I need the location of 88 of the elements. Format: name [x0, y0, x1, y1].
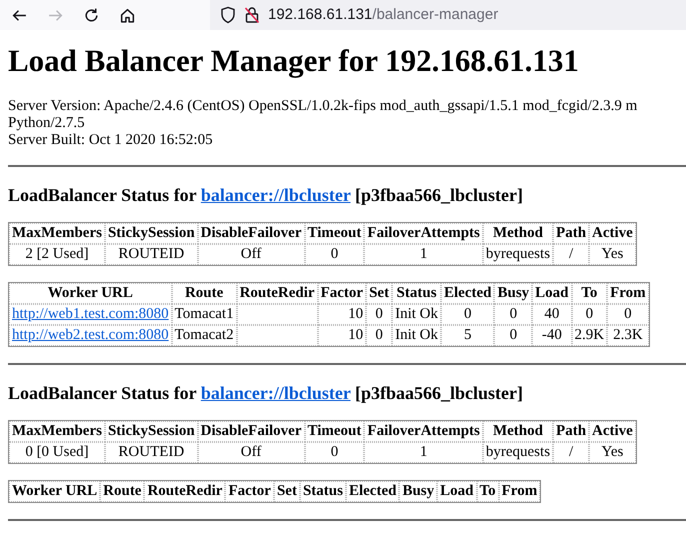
- column-header: From: [607, 283, 649, 304]
- table-cell: 0: [366, 304, 392, 325]
- column-header: Method: [482, 421, 554, 442]
- table-cell: /: [553, 442, 590, 464]
- table-cell: byrequests: [482, 442, 554, 464]
- url-text[interactable]: 192.168.61.131/balancer-manager: [268, 6, 498, 24]
- column-header: Factor: [318, 283, 366, 304]
- table-cell: 0: [494, 304, 532, 325]
- column-header: FailoverAttempts: [364, 223, 483, 244]
- table-cell: 0: [607, 304, 649, 325]
- column-header: Busy: [399, 481, 438, 502]
- server-info-line: Server Built: Oct 1 2020 16:52:05: [8, 132, 214, 149]
- section-title: LoadBalancer Status for: [8, 184, 196, 205]
- column-header: Active: [589, 223, 636, 244]
- column-header: Load: [437, 481, 476, 502]
- section-title: LoadBalancer Status for: [8, 382, 196, 403]
- table-cell: 1: [364, 244, 483, 266]
- column-header: Active: [589, 421, 636, 442]
- column-header: To: [476, 481, 499, 502]
- table-cell: Tomacat1: [172, 304, 237, 325]
- table-cell: byrequests: [482, 244, 554, 266]
- table-cell: Off: [198, 442, 304, 464]
- column-header: Factor: [225, 481, 274, 502]
- column-header: RouteRedir: [144, 481, 226, 502]
- home-icon[interactable]: [118, 6, 136, 24]
- column-header: StickySession: [104, 421, 198, 442]
- column-header: DisableFailover: [198, 223, 304, 244]
- table-cell: 0: [494, 324, 532, 346]
- table-cell: 5: [441, 324, 494, 346]
- table-cell: Init Ok: [392, 304, 441, 325]
- table-cell: 0: [572, 304, 608, 325]
- balancer-name: [p3fbaa566_lbcluster]: [355, 184, 524, 205]
- table-cell: 10: [318, 324, 366, 346]
- column-header: MaxMembers: [9, 223, 105, 244]
- column-header: Route: [172, 283, 237, 304]
- address-bar[interactable]: 192.168.61.131/balancer-manager: [210, 0, 686, 30]
- server-info-line: Server Version: Apache/2.4.6 (CentOS) OpenSSL/1.0.2k-fips mod_auth_gssapi/1.5.1 mod_fcgid/2.3.9 m: [8, 98, 638, 116]
- column-header: Elected: [346, 481, 400, 502]
- column-header: Timeout: [304, 223, 364, 244]
- table-cell: -40: [532, 324, 572, 346]
- column-header: MaxMembers: [9, 421, 105, 442]
- table-cell: 2.3K: [607, 324, 649, 346]
- column-header: Set: [274, 481, 300, 502]
- table-cell: Yes: [589, 442, 636, 464]
- column-header: To: [572, 283, 608, 304]
- table-cell: Tomacat2: [172, 324, 237, 346]
- column-header: From: [498, 481, 540, 502]
- column-header: Load: [532, 283, 572, 304]
- column-header: Route: [100, 481, 144, 502]
- column-header: Worker URL: [9, 283, 172, 304]
- table-cell: 0: [366, 324, 392, 346]
- table-cell: 2 [2 Used]: [9, 244, 105, 266]
- column-header: Status: [300, 481, 346, 502]
- column-header: Status: [392, 283, 441, 304]
- column-header: StickySession: [104, 223, 198, 244]
- column-header: DisableFailover: [198, 421, 304, 442]
- balancer-link[interactable]: balancer://lbcluster: [200, 184, 351, 205]
- shield-icon[interactable]: [220, 6, 236, 24]
- balancer-name: [p3fbaa566_lbcluster]: [355, 382, 524, 403]
- reload-icon[interactable]: [82, 6, 100, 24]
- table-cell: Init Ok: [392, 324, 441, 346]
- table-cell: 2.9K: [572, 324, 608, 346]
- column-header: Set: [366, 283, 392, 304]
- table-cell: 0 [0 Used]: [9, 442, 105, 464]
- server-info-line: Python/2.7.5: [8, 115, 86, 132]
- column-header: Busy: [494, 283, 532, 304]
- lock-icon[interactable]: [244, 6, 260, 24]
- table-cell: 0: [441, 304, 494, 325]
- table-cell: 1: [364, 442, 483, 464]
- column-header: Worker URL: [9, 481, 100, 502]
- column-header: FailoverAttempts: [364, 421, 483, 442]
- table-cell: 10: [318, 304, 366, 325]
- column-header: Path: [553, 421, 590, 442]
- column-header: Path: [553, 223, 590, 244]
- column-header: Method: [482, 223, 554, 244]
- table-cell: Yes: [589, 244, 636, 266]
- table-cell: ROUTEID: [104, 442, 198, 464]
- table-cell: Off: [198, 244, 304, 266]
- column-header: Timeout: [304, 421, 364, 442]
- page-heading: Load Balancer Manager for 192.168.61.131: [8, 44, 580, 78]
- table-cell: 0: [304, 244, 364, 266]
- column-header: RouteRedir: [236, 283, 318, 304]
- column-header: Elected: [441, 283, 494, 304]
- table-cell: ROUTEID: [104, 244, 198, 266]
- table-cell: 40: [532, 304, 572, 325]
- balancer-link[interactable]: balancer://lbcluster: [200, 382, 351, 403]
- table-cell: /: [553, 244, 590, 266]
- table-cell: 0: [304, 442, 364, 464]
